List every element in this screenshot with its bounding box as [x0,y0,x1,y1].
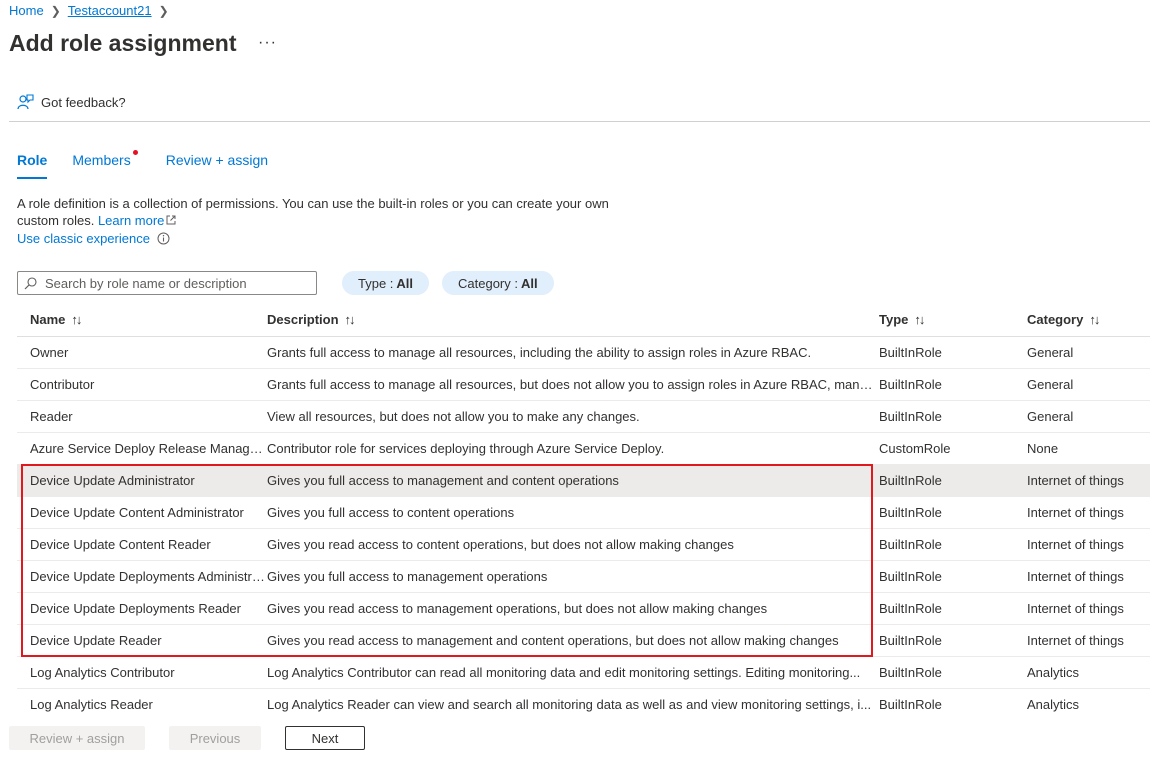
header-type[interactable]: Type ↑↓ [879,312,1027,327]
cell-name: Device Update Deployments Administra... [30,569,267,584]
cell-description: View all resources, but does not allow y… [267,409,640,424]
sort-icon: ↑↓ [344,311,356,327]
cell-name: Device Update Content Reader [30,537,211,552]
cell-type: BuiltInRole [879,409,942,424]
table-row[interactable]: Azure Service Deploy Release Managem... C… [17,433,1150,465]
cell-category: Internet of things [1027,473,1124,488]
cell-description: Gives you read access to management oper… [267,601,768,616]
header-description[interactable]: Description ↑↓ [267,312,879,327]
cell-category: Analytics [1027,697,1080,712]
cell-description: Gives you full access to management and … [267,473,619,488]
cell-type: BuiltInRole [879,601,942,616]
cell-description: Contributor role for services deploying … [267,441,665,456]
cell-name: Contributor [30,377,95,392]
sort-icon: ↑↓ [914,311,925,327]
header-category-label: Category [1027,311,1084,327]
header-name[interactable]: Name ↑↓ [17,312,267,327]
cell-type: BuiltInRole [879,345,942,360]
header-name-label: Name [30,311,66,327]
sort-icon: ↑↓ [1089,311,1100,327]
cell-category: Analytics [1027,665,1080,680]
cell-name: Reader [30,409,73,424]
cell-name: Owner [30,345,69,360]
cell-category: General [1027,377,1074,392]
table-row[interactable]: Log Analytics Contributor Log Analytics C… [17,657,1150,689]
header-description-label: Description [267,311,339,327]
cell-category: Internet of things [1027,601,1124,616]
cell-name: Log Analytics Reader [30,697,153,712]
cell-category: Internet of things [1027,537,1124,552]
cell-description: Gives you full access to content operati… [267,505,515,520]
table-viewport: Name ↑↓ Description ↑↓ Type ↑↓ Category ↑↓ O… [0,0,1150,712]
footer-bar: Review + assign Previous Next [0,712,1150,770]
table-row[interactable]: Device Update Deployments Reader Gives yo… [17,593,1150,625]
cell-type: BuiltInRole [879,377,942,392]
cell-description: Gives you full access to management oper… [267,569,548,584]
previous-button[interactable]: Previous [169,726,261,750]
cell-description: Log Analytics Contributor can read all m… [267,665,861,680]
header-category[interactable]: Category ↑↓ [1027,312,1150,327]
table-row[interactable]: Device Update Administrator Gives you ful… [17,465,1150,497]
table-row[interactable]: Device Update Content Administrator Gives… [17,497,1150,529]
cell-category: Internet of things [1027,633,1124,648]
cell-description: Gives you read access to management and … [267,633,839,648]
cell-category: General [1027,409,1074,424]
table-body: Owner Grants full access to manage all re… [17,337,1150,712]
cell-category: Internet of things [1027,505,1124,520]
review-assign-button[interactable]: Review + assign [9,726,145,750]
cell-type: BuiltInRole [879,537,942,552]
cell-name: Log Analytics Contributor [30,665,175,680]
cell-description: Log Analytics Reader can view and search… [267,697,872,712]
cell-category: None [1027,441,1059,456]
cell-description: Gives you read access to content operati… [267,537,734,552]
cell-name: Device Update Deployments Reader [30,601,241,616]
sort-icon: ↑↓ [71,311,82,327]
cell-category: Internet of things [1027,569,1124,584]
cell-description: Grants full access to manage all resourc… [267,345,812,360]
table-row[interactable]: Device Update Reader Gives you read acces… [17,625,1150,657]
cell-type: BuiltInRole [879,473,942,488]
cell-type: CustomRole [879,441,951,456]
cell-name: Device Update Reader [30,633,162,648]
table-row[interactable]: Device Update Content Reader Gives you re… [17,529,1150,561]
table-row[interactable]: Contributor Grants full access to manage … [17,369,1150,401]
cell-name: Device Update Content Administrator [30,505,244,520]
next-button[interactable]: Next [285,726,365,750]
cell-type: BuiltInRole [879,697,942,712]
table-row[interactable]: Owner Grants full access to manage all re… [17,337,1150,369]
cell-description: Grants full access to manage all resourc… [267,377,879,392]
cell-name: Azure Service Deploy Release Managem... [30,441,267,456]
cell-type: BuiltInRole [879,665,942,680]
cell-name: Device Update Administrator [30,473,195,488]
table-header: Name ↑↓ Description ↑↓ Type ↑↓ Category ↑↓ [17,302,1150,337]
header-type-label: Type [879,311,909,327]
cell-type: BuiltInRole [879,633,942,648]
table-row[interactable]: Reader View all resources, but does not a… [17,401,1150,433]
cell-type: BuiltInRole [879,569,942,584]
table-row[interactable]: Device Update Deployments Administra... G… [17,561,1150,593]
roles-table: Name ↑↓ Description ↑↓ Type ↑↓ Category ↑↓ O… [17,302,1150,712]
cell-category: General [1027,345,1074,360]
cell-type: BuiltInRole [879,505,942,520]
table-row[interactable]: Log Analytics Reader Log Analytics Reader… [17,689,1150,712]
